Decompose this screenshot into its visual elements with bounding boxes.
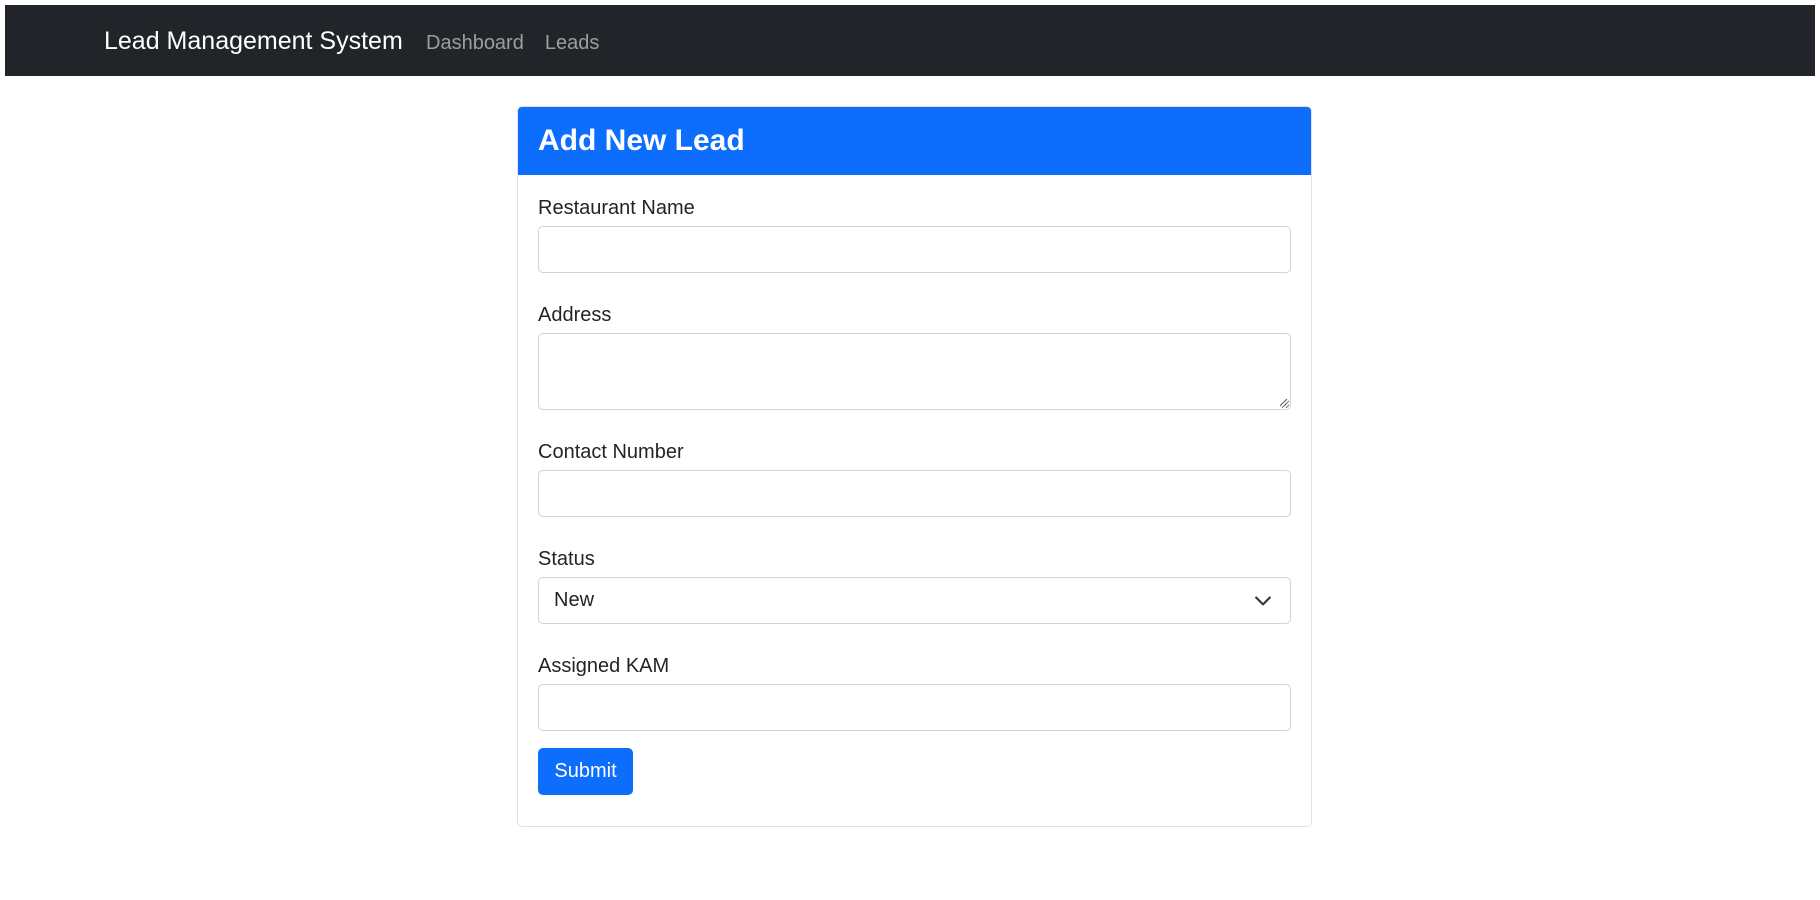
address-textarea[interactable] [538, 333, 1291, 410]
status-selected-value: New [554, 589, 595, 611]
assigned-kam-input[interactable] [538, 684, 1291, 731]
address-wrapper [538, 333, 1291, 410]
restaurant-name-label: Restaurant Name [538, 197, 695, 219]
address-label: Address [538, 304, 612, 326]
resize-grip-icon[interactable] [1278, 397, 1288, 407]
chevron-down-icon [1255, 596, 1271, 606]
nav-link-leads[interactable]: Leads [545, 31, 600, 55]
assigned-kam-label: Assigned KAM [538, 655, 670, 677]
contact-number-label: Contact Number [538, 441, 684, 463]
top-navbar: Lead Management System Dashboard Leads [5, 5, 1815, 76]
add-lead-card: Add New Lead Restaurant Name Address Con… [517, 106, 1312, 827]
page: Lead Management System Dashboard Leads A… [0, 0, 1820, 900]
card-title: Add New Lead [518, 107, 1311, 175]
submit-button[interactable]: Submit [538, 748, 633, 795]
nav-links: Dashboard Leads [426, 31, 599, 55]
navbar-brand[interactable]: Lead Management System [104, 26, 403, 56]
nav-link-dashboard[interactable]: Dashboard [426, 31, 524, 55]
status-select[interactable]: New [538, 577, 1291, 624]
status-label: Status [538, 548, 595, 570]
contact-number-input[interactable] [538, 470, 1291, 517]
restaurant-name-input[interactable] [538, 226, 1291, 273]
